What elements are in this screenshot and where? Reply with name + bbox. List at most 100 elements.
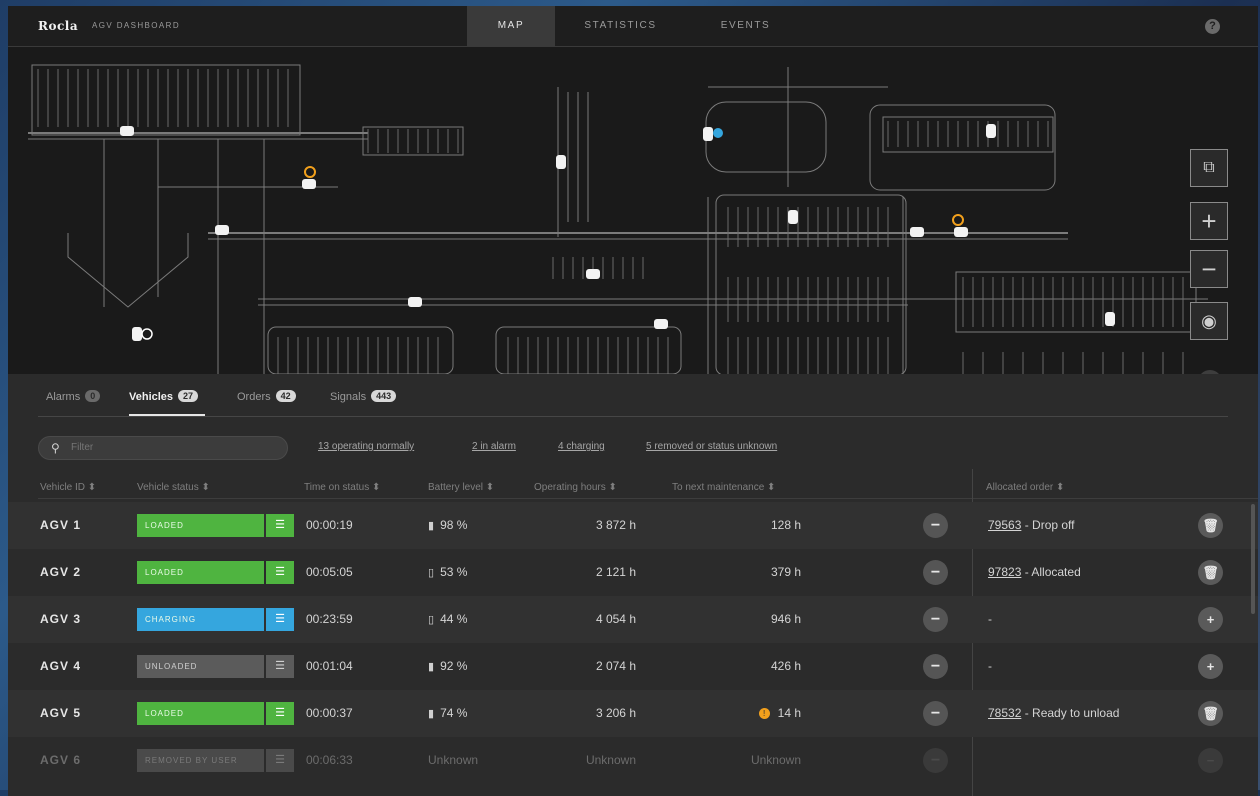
order-status: - Ready to unload [1021, 706, 1120, 720]
list-icon[interactable]: ☰ [266, 608, 294, 631]
tab-alarms[interactable]: Alarms 0 [46, 390, 101, 403]
agv-marker[interactable] [654, 319, 668, 329]
agv-marker[interactable] [302, 179, 316, 189]
battery-value: 44 % [440, 612, 468, 626]
add-order-button[interactable]: + [1198, 607, 1223, 632]
status-badge[interactable]: LOADED ☰ [137, 561, 294, 584]
time-on-status: 00:05:05 [306, 565, 353, 579]
remove-vehicle-button[interactable]: − [923, 513, 948, 538]
list-icon[interactable]: ☰ [266, 514, 294, 537]
vehicle-id: AGV 1 [40, 518, 82, 532]
trash-icon[interactable]: 🗑 [1198, 513, 1223, 538]
operating-hours: 3 206 h [595, 706, 636, 720]
order-link[interactable]: 79563 [988, 518, 1021, 532]
trash-icon[interactable]: 🗑 [1198, 701, 1223, 726]
filter-link-alarm[interactable]: 2 in alarm [472, 441, 516, 452]
agv-marker[interactable] [1105, 312, 1115, 326]
tab-count: 42 [275, 390, 296, 402]
vehicle-id: AGV 3 [40, 612, 82, 626]
search-input[interactable] [69, 441, 273, 454]
table-row[interactable]: AGV 6 REMOVED BY USER ☰ 00:06:33 Unknown… [8, 737, 1258, 784]
fit-view-icon[interactable]: ⧉ [1190, 149, 1228, 187]
column-header-vehicle-status[interactable]: Vehicle status ⬍ [137, 482, 210, 493]
column-header-vehicle-id[interactable]: Vehicle ID ⬍ [40, 482, 96, 493]
table-row[interactable]: AGV 2 LOADED ☰ 00:05:05 ▯ 53 % 2 121 h 37… [8, 549, 1258, 596]
battery-full-icon: ▮ [428, 708, 435, 720]
column-header-operating-hours[interactable]: Operating hours ⬍ [534, 482, 617, 493]
order-link[interactable]: 97823 [988, 565, 1021, 579]
list-icon[interactable]: ☰ [266, 561, 294, 584]
remove-vehicle-button[interactable]: − [923, 701, 948, 726]
agv-marker[interactable] [703, 127, 713, 141]
time-on-status: 00:06:33 [306, 753, 353, 767]
tab-events[interactable]: EVENTS [698, 6, 793, 46]
target-icon[interactable]: ◉ [1190, 302, 1228, 340]
column-header-time-on-status[interactable]: Time on status ⬍ [304, 482, 380, 493]
order-link[interactable]: 78532 [988, 706, 1021, 720]
zoom-in-button[interactable]: + [1190, 202, 1228, 240]
status-badge[interactable]: CHARGING ☰ [137, 608, 294, 631]
table-row[interactable]: AGV 4 UNLOADED ☰ 00:01:04 ▮ 92 % 2 074 h … [8, 643, 1258, 690]
list-icon[interactable]: ☰ [266, 655, 294, 678]
battery-level: ▮ 92 % [428, 643, 467, 690]
zoom-out-button[interactable]: − [1190, 250, 1228, 288]
battery-level: ▯ 53 % [428, 549, 467, 596]
column-header-to-next-maintenance[interactable]: To next maintenance ⬍ [672, 482, 775, 493]
help-icon[interactable]: ? [1205, 19, 1220, 34]
remove-vehicle-button[interactable]: − [923, 607, 948, 632]
column-header-allocated-order[interactable]: Allocated order ⬍ [986, 482, 1064, 493]
agv-marker[interactable] [788, 210, 798, 224]
time-on-status: 00:23:59 [306, 612, 353, 626]
order-status: - Allocated [1021, 565, 1081, 579]
table-row[interactable]: AGV 1 LOADED ☰ 00:00:19 ▮ 98 % 3 872 h 12… [8, 502, 1258, 549]
remove-vehicle-button[interactable]: − [923, 748, 948, 773]
vehicle-id: AGV 5 [40, 706, 82, 720]
agv-marker[interactable] [132, 327, 142, 341]
agv-marker[interactable] [120, 126, 134, 136]
next-maintenance: 426 h [770, 659, 801, 673]
list-icon[interactable]: ☰ [266, 749, 294, 772]
scrollbar[interactable] [1251, 504, 1255, 614]
agv-marker[interactable] [408, 297, 422, 307]
divider [38, 498, 1258, 499]
warning-icon: ! [758, 708, 770, 719]
agv-marker[interactable] [910, 227, 924, 237]
remove-vehicle-button[interactable]: − [923, 560, 948, 585]
tab-statistics[interactable]: STATISTICS [568, 6, 673, 46]
agv-marker[interactable] [986, 124, 996, 138]
status-label: REMOVED BY USER [137, 749, 264, 772]
list-icon[interactable]: ☰ [266, 702, 294, 725]
next-maintenance: ! 14 h [678, 690, 801, 737]
remove-icon[interactable]: − [1198, 748, 1223, 773]
factory-map[interactable]: ⧉ + − ◉ ⌄ [8, 47, 1258, 374]
column-header-battery-level[interactable]: Battery level ⬍ [428, 482, 494, 493]
filter-link-charging[interactable]: 4 charging [558, 441, 605, 452]
brand-logo: Rocla [38, 19, 79, 33]
status-badge[interactable]: UNLOADED ☰ [137, 655, 294, 678]
top-bar: Rocla AGV DASHBOARD MAP STATISTICS EVENT… [8, 6, 1258, 47]
order-status: - [988, 659, 992, 673]
tab-vehicles[interactable]: Vehicles 27 [129, 390, 199, 403]
battery-level: ▯ 44 % [428, 596, 467, 643]
agv-marker[interactable] [215, 225, 229, 235]
remove-vehicle-button[interactable]: − [923, 654, 948, 679]
alarm-icon [141, 328, 153, 340]
table-row[interactable]: AGV 5 LOADED ☰ 00:00:37 ▮ 74 % 3 206 h ! 1… [8, 690, 1258, 737]
allocated-order: 97823 - Allocated [988, 549, 1081, 596]
tab-count: 443 [371, 390, 397, 402]
filter-field[interactable]: ⚲ [38, 436, 288, 460]
filter-link-removed[interactable]: 5 removed or status unknown [646, 441, 777, 452]
status-badge[interactable]: REMOVED BY USER ☰ [137, 749, 294, 772]
tab-map[interactable]: MAP [467, 6, 555, 46]
trash-icon[interactable]: 🗑 [1198, 560, 1223, 585]
table-row[interactable]: AGV 3 CHARGING ☰ 00:23:59 ▯ 44 % 4 054 h … [8, 596, 1258, 643]
filter-link-normal[interactable]: 13 operating normally [318, 441, 414, 452]
agv-marker[interactable] [556, 155, 566, 169]
status-badge[interactable]: LOADED ☰ [137, 702, 294, 725]
tab-signals[interactable]: Signals 443 [330, 390, 397, 403]
agv-marker[interactable] [954, 227, 968, 237]
tab-orders[interactable]: Orders 42 [237, 390, 296, 403]
add-order-button[interactable]: + [1198, 654, 1223, 679]
agv-marker[interactable] [586, 269, 600, 279]
status-badge[interactable]: LOADED ☰ [137, 514, 294, 537]
